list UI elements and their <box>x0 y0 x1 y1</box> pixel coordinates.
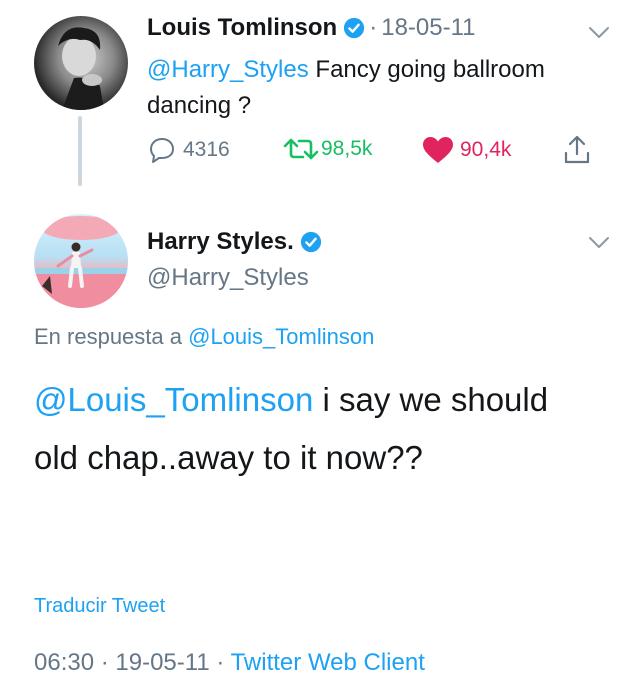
client-link[interactable]: Twitter Web Client <box>231 649 425 676</box>
avatar-harry-styles[interactable] <box>34 214 128 308</box>
author-handle[interactable]: @Harry_Styles <box>147 264 309 292</box>
meta-separator: · <box>209 649 231 676</box>
avatar-louis-tomlinson[interactable] <box>34 16 128 110</box>
reply-icon <box>150 138 174 163</box>
like-action[interactable]: 90,4k <box>422 136 511 164</box>
verified-icon <box>300 231 321 253</box>
tweet-time: 06:30 <box>34 649 95 676</box>
like-count: 90,4k <box>460 138 512 161</box>
tweet1-body: @Harry_Styles Fancy going ballroom danci… <box>147 52 607 124</box>
chevron-down-icon[interactable] <box>588 26 610 40</box>
tweet-date: 19-05-11 <box>115 649 210 676</box>
heart-icon <box>423 137 453 163</box>
author-name[interactable]: Louis Tomlinson <box>147 14 337 42</box>
meta-separator: · <box>94 649 116 676</box>
retweet-action[interactable]: 98,5k <box>283 136 372 162</box>
share-icon[interactable] <box>562 134 592 166</box>
replying-to: En respuesta a @Louis_Tomlinson <box>34 324 374 350</box>
chevron-down-icon[interactable] <box>588 236 610 250</box>
reply-count: 4316 <box>183 138 230 161</box>
avatar-photo-icon <box>58 27 104 110</box>
verified-icon <box>344 17 365 39</box>
reply-prefix: En respuesta a <box>34 324 189 349</box>
mention-link[interactable]: @Louis_Tomlinson <box>34 381 313 418</box>
translate-tweet-link[interactable]: Traducir Tweet <box>34 595 165 618</box>
dot-separator: · <box>369 14 378 41</box>
tweet2-header: Harry Styles. <box>147 228 322 256</box>
tweet-meta: 06:30 · 19-05-11 · Twitter Web Client <box>34 649 425 677</box>
avatar-photo-icon <box>34 216 128 308</box>
tweet1-header: Louis Tomlinson · 18-05-11 <box>147 14 476 42</box>
retweet-count: 98,5k <box>321 137 373 160</box>
reply-action[interactable]: 4316 <box>147 136 230 164</box>
retweet-icon <box>283 138 319 160</box>
mention-link[interactable]: @Harry_Styles <box>147 56 309 83</box>
author-name[interactable]: Harry Styles. <box>147 228 294 256</box>
tweet-date[interactable]: 18-05-11 <box>381 14 475 42</box>
thread-connector <box>78 116 82 186</box>
reply-to-link[interactable]: @Louis_Tomlinson <box>188 324 374 349</box>
tweet2-body: @Louis_Tomlinson i say we should old cha… <box>34 371 594 487</box>
